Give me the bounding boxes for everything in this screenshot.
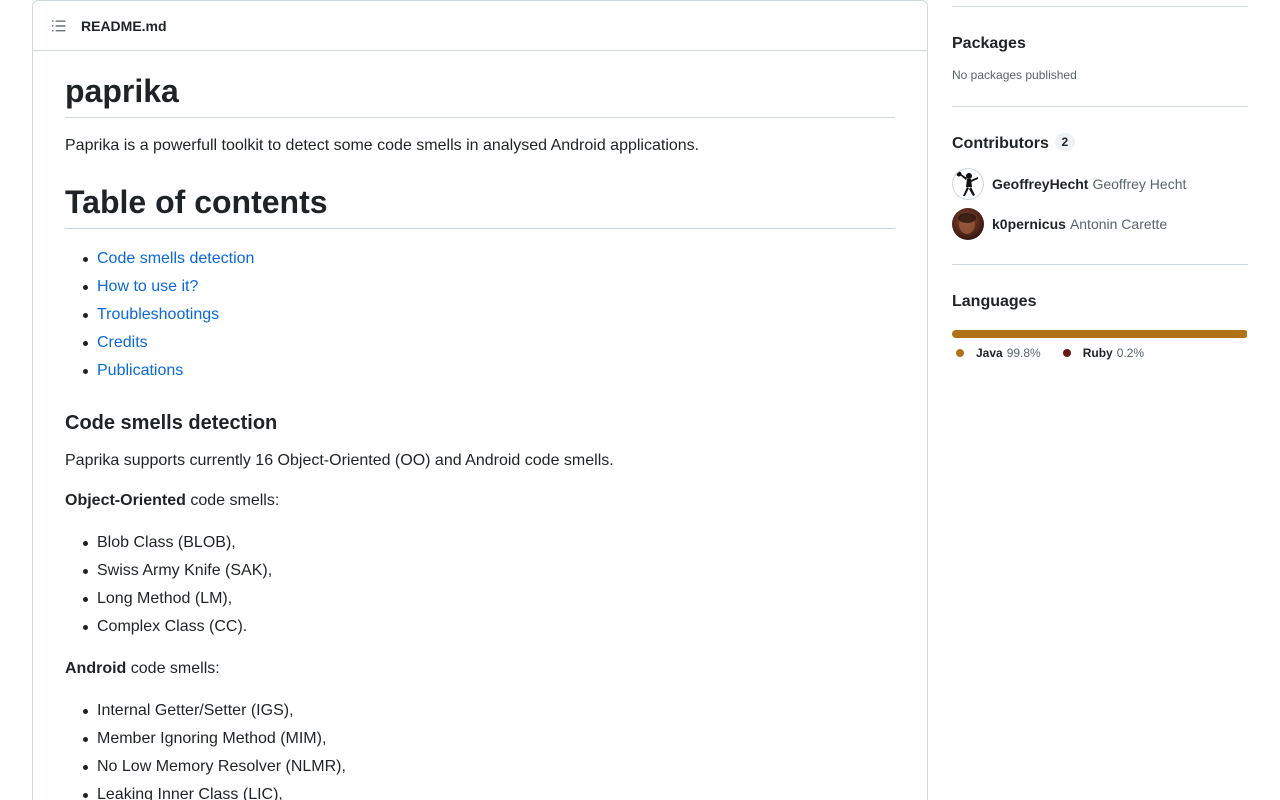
oo-label-bold: Object-Oriented (65, 492, 186, 509)
list-item: Internal Getter/Setter (IGS), (83, 697, 895, 725)
repo-sidebar: Packages No packages published Contribut… (952, 0, 1248, 360)
language-legend: Java 99.8% Ruby 0.2% (952, 346, 1248, 360)
language-item-java[interactable]: Java 99.8% (956, 346, 1041, 360)
languages-title: Languages (952, 293, 1037, 310)
contributors-count-badge: 2 (1054, 133, 1075, 151)
contributors-list: GeoffreyHecht Geoffrey Hecht k0pernicus … (952, 168, 1248, 240)
languages-section: Languages Java 99.8% Ruby 0.2% (952, 265, 1248, 360)
list-item: No Low Memory Resolver (NLMR), (83, 753, 895, 781)
readme-title: paprika (65, 71, 895, 118)
android-label: Android code smells: (65, 657, 895, 681)
contributor-name: Antonin Carette (1069, 216, 1168, 232)
android-smells-list: Internal Getter/Setter (IGS), Member Ign… (65, 697, 895, 800)
toc-link-troubleshootings[interactable]: Troubleshootings (97, 306, 219, 323)
language-bar (952, 330, 1248, 338)
list-item: Member Ignoring Method (MIM), (83, 725, 895, 753)
android-label-rest: code smells: (126, 660, 220, 677)
toc-heading: Table of contents (65, 182, 895, 229)
readme-filename[interactable]: README.md (81, 18, 167, 34)
language-name: Java (976, 346, 1003, 360)
toc-link-code-smells-detection[interactable]: Code smells detection (97, 250, 254, 267)
contributor-login[interactable]: k0pernicus (992, 216, 1066, 232)
packages-title[interactable]: Packages (952, 32, 1248, 56)
list-item: Code smells detection (83, 245, 895, 273)
contributor-row: k0pernicus Antonin Carette (952, 208, 1248, 240)
language-percent: 99.8% (1006, 346, 1041, 360)
readme-content: paprika Paprika is a powerfull toolkit t… (33, 51, 927, 800)
list-item: Troubleshootings (83, 301, 895, 329)
list-item: How to use it? (83, 273, 895, 301)
toc-link-credits[interactable]: Credits (97, 334, 148, 351)
contributor-name: Geoffrey Hecht (1092, 176, 1187, 192)
list-item: Swiss Army Knife (SAK), (83, 557, 895, 585)
packages-section: Packages No packages published (952, 7, 1248, 82)
list-icon (52, 20, 66, 31)
list-item: Leaking Inner Class (LIC), (83, 781, 895, 800)
avatar[interactable] (952, 208, 984, 240)
toc-link-publications[interactable]: Publications (97, 362, 183, 379)
list-item: Credits (83, 329, 895, 357)
avatar-figure-icon (956, 171, 978, 196)
contributors-title-row: Contributors 2 (952, 132, 1248, 156)
packages-note: No packages published (952, 68, 1077, 82)
android-label-bold: Android (65, 660, 127, 677)
oo-smells-list: Blob Class (BLOB), Swiss Army Knife (SAK… (65, 529, 895, 641)
toc-list: Code smells detection How to use it? Tro… (65, 245, 895, 385)
list-item: Publications (83, 357, 895, 385)
section-heading: Code smells detection (65, 412, 278, 434)
language-dot-ruby (1062, 349, 1071, 357)
section-intro: Paprika supports currently 16 Object-Ori… (65, 452, 614, 469)
avatar[interactable] (952, 168, 984, 200)
list-item: Blob Class (BLOB), (83, 529, 895, 557)
list-item: Complex Class (CC). (83, 613, 895, 641)
contributors-section: Contributors 2 GeoffreyHecht Geoffrey He… (952, 107, 1248, 240)
readme-header: README.md (33, 1, 927, 51)
oo-label-rest: code smells: (185, 492, 280, 509)
readme-intro: Paprika is a powerfull toolkit to detect… (65, 137, 700, 154)
language-name: Ruby (1082, 346, 1113, 360)
language-percent: 0.2% (1116, 346, 1145, 360)
toc-link-how-to-use-it[interactable]: How to use it? (97, 278, 198, 295)
oo-label: Object-Oriented code smells: (65, 489, 895, 513)
contributor-row: GeoffreyHecht Geoffrey Hecht (952, 168, 1248, 200)
contributors-title[interactable]: Contributors (952, 135, 1049, 152)
contributor-login[interactable]: GeoffreyHecht (992, 176, 1088, 192)
outline-toggle-button[interactable] (49, 16, 69, 36)
language-item-ruby[interactable]: Ruby 0.2% (1062, 346, 1145, 360)
readme-box: README.md paprika Paprika is a powerfull… (32, 0, 928, 800)
language-bar-java[interactable] (952, 330, 1248, 338)
avatar-photo-icon (958, 213, 976, 234)
language-dot-java (956, 349, 964, 357)
list-item: Long Method (LM), (83, 585, 895, 613)
